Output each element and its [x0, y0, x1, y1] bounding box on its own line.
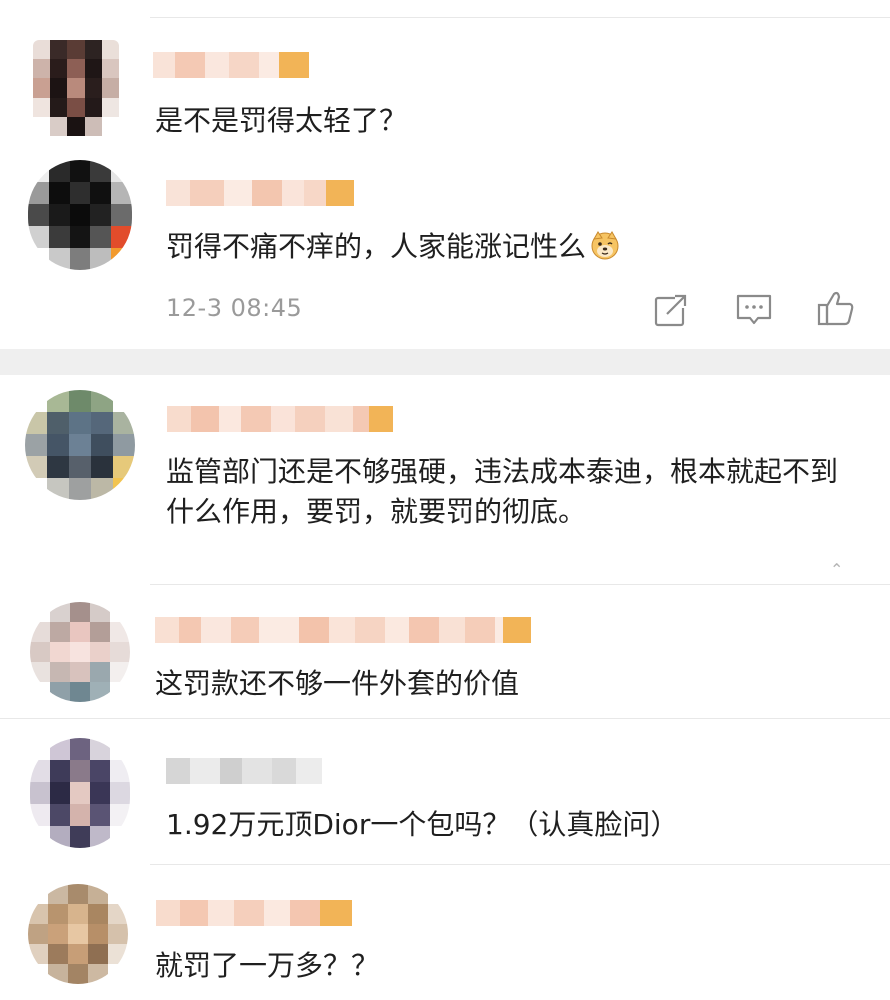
comment-text: 1.92万元顶Dior一个包吗？（认真脸问）: [166, 808, 679, 841]
reply-text: 罚得不痛不痒的，人家能涨记性么: [166, 227, 620, 267]
avatar[interactable]: [25, 390, 135, 500]
comment-text: 监管部门还是不够强硬，违法成本泰迪，根本就起不到什么作用，要罚，就要罚的彻底。: [166, 455, 839, 528]
reply-text-content: 罚得不痛不痒的，人家能涨记性么: [166, 230, 587, 263]
top-divider: [150, 17, 890, 18]
section-separator: [0, 349, 890, 375]
username-redacted[interactable]: [167, 406, 393, 432]
avatar[interactable]: [30, 738, 130, 848]
avatar[interactable]: [30, 602, 130, 702]
avatar[interactable]: [33, 40, 119, 136]
username-redacted[interactable]: [153, 52, 309, 78]
avatar[interactable]: [28, 160, 132, 270]
comment-divider: [0, 718, 890, 719]
doge-face-icon: [590, 230, 620, 260]
comment-text: 就罚了一万多？？: [155, 949, 380, 982]
comment-text: 是不是罚得太轻了？: [155, 104, 408, 137]
username-redacted[interactable]: [166, 758, 322, 784]
share-icon[interactable]: [651, 290, 691, 330]
like-icon[interactable]: [816, 288, 856, 328]
comment-icon[interactable]: [734, 290, 774, 330]
username-redacted[interactable]: [166, 180, 354, 206]
collapse-indicator[interactable]: ⌃: [830, 560, 843, 579]
comment-divider: [150, 864, 890, 865]
username-redacted[interactable]: [156, 900, 352, 926]
avatar[interactable]: [28, 884, 128, 984]
comment-divider: [150, 584, 890, 585]
comment-text: 这罚款还不够一件外套的价值: [155, 667, 520, 700]
reply-timestamp: 12-3 08:45: [166, 294, 303, 322]
username-redacted[interactable]: [155, 617, 531, 643]
